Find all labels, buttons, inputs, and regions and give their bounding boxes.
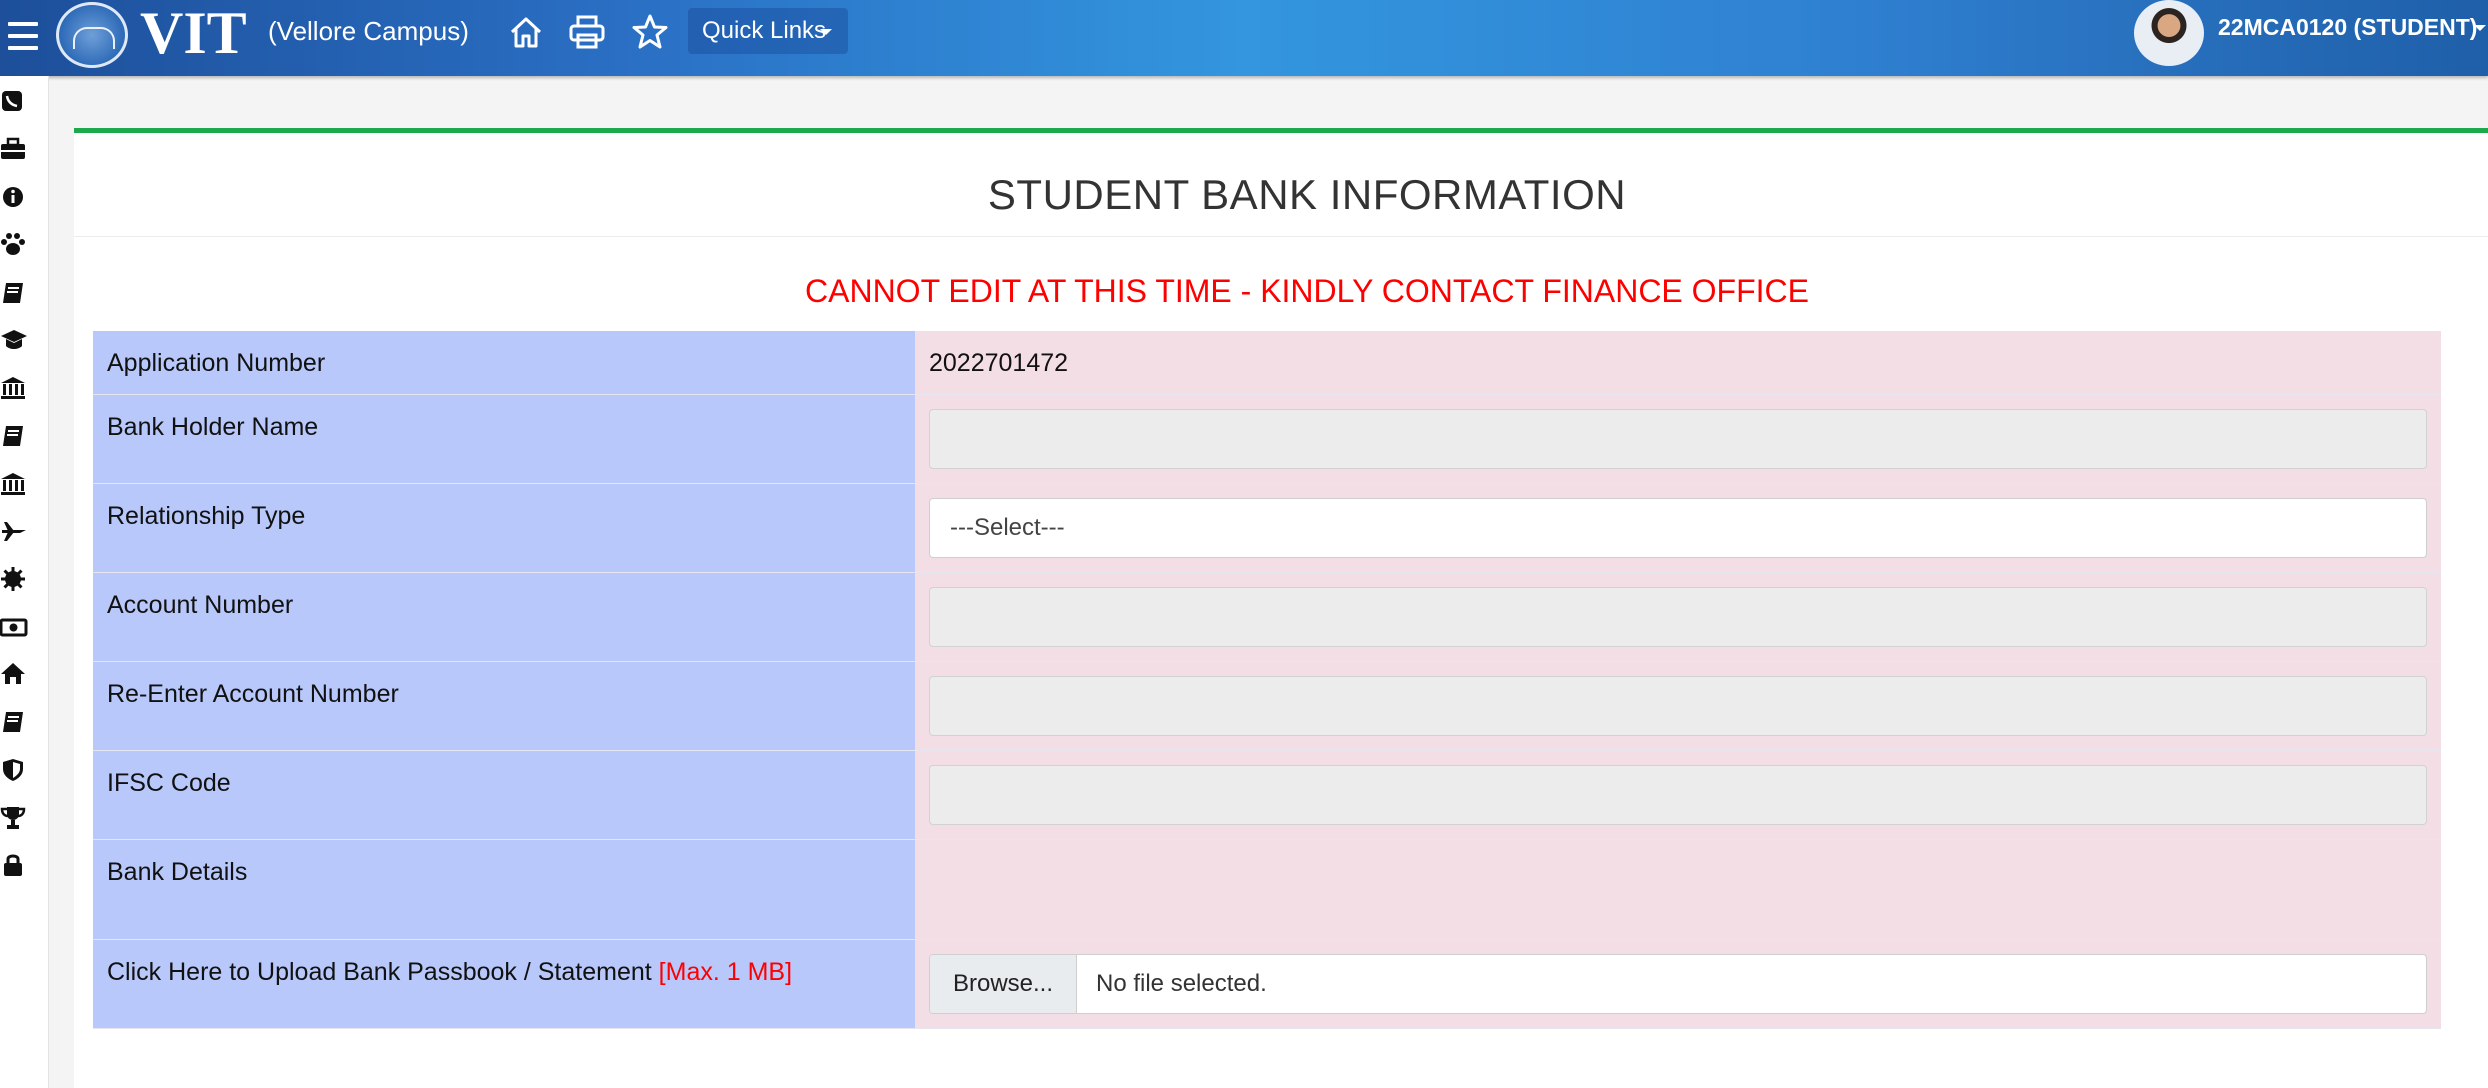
book-icon[interactable] <box>0 708 28 736</box>
passbook-file-input[interactable]: Browse... No file selected. <box>929 954 2427 1014</box>
bank-icon[interactable] <box>0 374 28 402</box>
form-row-account-number: Account Number <box>93 573 2441 662</box>
book-icon[interactable] <box>0 279 28 307</box>
gear-icon[interactable] <box>0 565 28 593</box>
field-value-cell: Browse... No file selected. <box>915 940 2441 1028</box>
reenter-account-number-input[interactable] <box>929 676 2427 736</box>
shield-icon[interactable] <box>0 756 28 784</box>
upload-size-limit: [Max. 1 MB] <box>658 958 793 986</box>
upload-label-text: Click Here to Upload Bank Passbook / Sta… <box>107 958 652 986</box>
title-divider <box>74 236 2488 237</box>
user-label[interactable]: 22MCA0120 (STUDENT) <box>2218 14 2477 41</box>
phone-icon[interactable] <box>0 88 28 116</box>
form-row-bank-holder-name: Bank Holder Name <box>93 395 2441 484</box>
print-icon[interactable] <box>567 12 607 52</box>
campus-label: (Vellore Campus) <box>268 16 469 46</box>
top-navbar: VIT (Vellore Campus) Quick Links 22MCA01… <box>0 0 2488 76</box>
briefcase-icon[interactable] <box>0 135 28 163</box>
plane-icon[interactable] <box>0 517 28 545</box>
field-label: Relationship Type <box>93 484 915 572</box>
form-row-ifsc-code: IFSC Code <box>93 751 2441 840</box>
lock-icon[interactable] <box>0 851 28 879</box>
home-icon[interactable] <box>0 660 28 688</box>
book-icon[interactable] <box>0 422 28 450</box>
form-row-reenter-account-number: Re-Enter Account Number <box>93 662 2441 751</box>
field-label: Application Number <box>93 331 915 394</box>
relationship-type-select[interactable]: ---Select--- <box>929 498 2427 558</box>
field-value-cell <box>915 395 2441 483</box>
edit-locked-warning: CANNOT EDIT AT THIS TIME - KINDLY CONTAC… <box>805 273 1809 309</box>
chevron-down-icon[interactable] <box>2474 25 2486 31</box>
graduation-cap-icon[interactable] <box>0 326 28 354</box>
application-number-value: 2022701472 <box>929 349 1069 377</box>
field-label: Re-Enter Account Number <box>93 662 915 750</box>
bank-info-form: Application Number 2022701472 Bank Holde… <box>93 331 2441 1029</box>
field-label: IFSC Code <box>93 751 915 839</box>
info-icon[interactable] <box>0 183 28 211</box>
field-value-cell <box>915 573 2441 661</box>
menu-icon[interactable] <box>8 22 38 50</box>
account-number-input[interactable] <box>929 587 2427 647</box>
bank-icon[interactable] <box>0 470 28 498</box>
money-icon[interactable] <box>0 613 28 641</box>
form-row-relationship-type: Relationship Type ---Select--- <box>93 484 2441 573</box>
form-row-upload-passbook: Click Here to Upload Bank Passbook / Sta… <box>93 940 2441 1029</box>
field-value-cell: ---Select--- <box>915 484 2441 572</box>
quick-links-dropdown[interactable]: Quick Links <box>688 8 848 54</box>
field-value-cell: 2022701472 <box>915 331 2441 394</box>
paw-icon[interactable] <box>0 231 28 259</box>
field-label: Bank Holder Name <box>93 395 915 483</box>
avatar[interactable] <box>2134 0 2204 66</box>
field-value-cell <box>915 751 2441 839</box>
form-row-bank-details: Bank Details <box>93 840 2441 940</box>
star-icon[interactable] <box>630 12 670 52</box>
home-icon[interactable] <box>506 12 546 52</box>
field-value-cell <box>915 662 2441 750</box>
vit-logo-emblem <box>56 2 128 68</box>
field-label: Account Number <box>93 573 915 661</box>
sidebar <box>0 76 49 1088</box>
logo-text: VIT <box>140 0 247 66</box>
form-row-application-number: Application Number 2022701472 <box>93 331 2441 395</box>
ifsc-code-input[interactable] <box>929 765 2427 825</box>
trophy-icon[interactable] <box>0 804 28 832</box>
browse-button[interactable]: Browse... <box>930 955 1077 1013</box>
field-label: Bank Details <box>93 840 915 939</box>
bank-holder-name-input[interactable] <box>929 409 2427 469</box>
page-title: STUDENT BANK INFORMATION <box>987 171 1627 218</box>
file-status-text: No file selected. <box>1096 970 1267 997</box>
upload-label: Click Here to Upload Bank Passbook / Sta… <box>93 940 915 1028</box>
field-value-cell <box>915 840 2441 939</box>
